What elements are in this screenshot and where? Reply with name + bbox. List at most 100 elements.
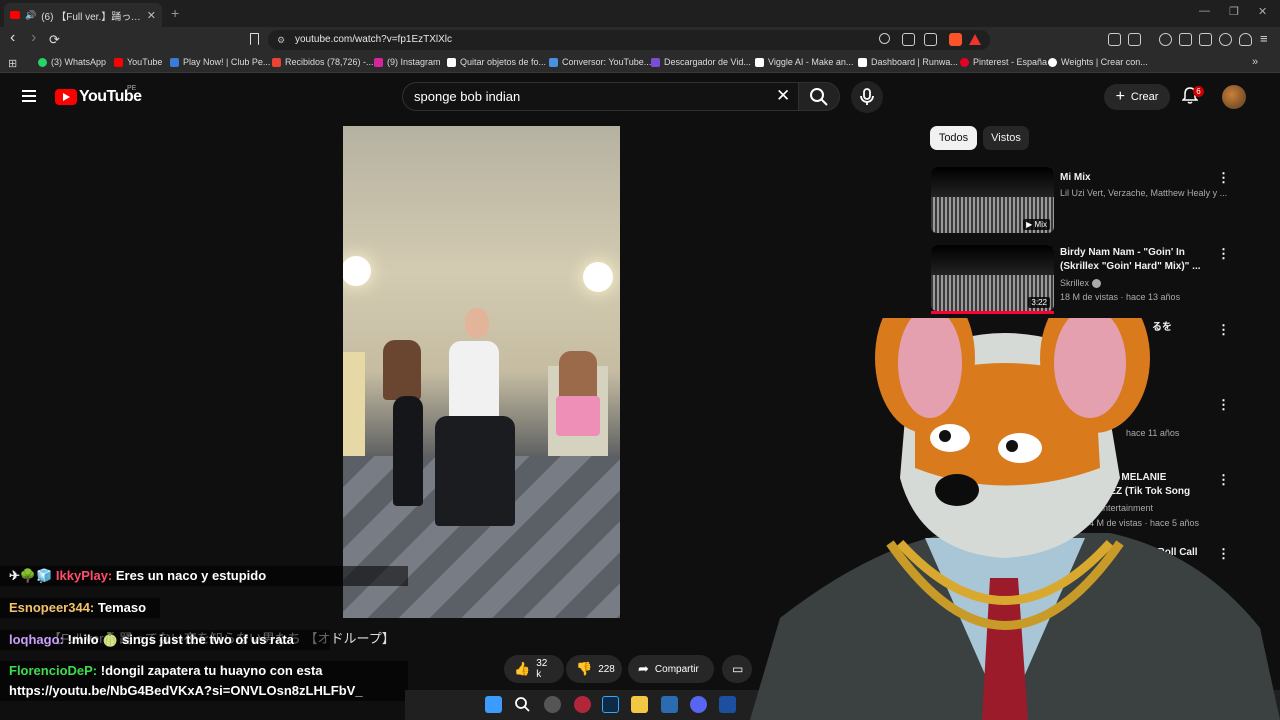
more-options-icon[interactable]: ⋮ (1217, 246, 1230, 262)
tab-search-icon[interactable] (1128, 33, 1141, 46)
user-avatar[interactable] (1222, 85, 1246, 109)
bookmark-downloader[interactable]: Descargador de Vid... (651, 57, 751, 67)
hamburger-menu-icon[interactable] (22, 90, 36, 102)
zoom-icon[interactable] (879, 33, 890, 44)
bookmark-label: Dashboard | Runwa... (871, 57, 958, 67)
bookmark-viggle[interactable]: Viggle AI - Make an... (755, 57, 853, 67)
leo-icon[interactable] (1219, 33, 1232, 46)
bookmark-youtube[interactable]: YouTube (114, 57, 162, 67)
bookmark-label: Weights | Crear con... (1061, 57, 1148, 67)
bookmark-gmail[interactable]: Recibidos (78,726) -... (272, 57, 374, 67)
sidebar-video-title[interactable]: Birdy Nam Nam - "Goin' In (Skrillex "Goi… (1060, 246, 1220, 274)
brave-shield-icon[interactable] (949, 33, 962, 46)
sidebar-video-title[interactable]: Mi Mix (1060, 171, 1220, 185)
bookmark-converter[interactable]: Conversor: YouTube... (549, 57, 651, 67)
browser-tab-bar: 🔊 (6) 【Full ver.】踊ってない夜を知らない ✕ + — ❐ ✕ (0, 0, 1280, 27)
taskbar-search-icon[interactable] (514, 696, 531, 713)
voice-search-button[interactable] (851, 81, 883, 113)
new-tab-button[interactable]: + (171, 5, 179, 21)
sidebar-video-channel[interactable]: Skrillex (1060, 278, 1101, 289)
bookmark-instagram[interactable]: (9) Instagram (374, 57, 441, 67)
more-bookmarks-icon[interactable]: » (1252, 56, 1258, 68)
clear-search-icon[interactable]: ✕ (776, 86, 790, 106)
bookmark-remove-objects[interactable]: Quitar objetos de fo... (447, 57, 546, 67)
taskbar-app-icon[interactable] (574, 696, 591, 713)
bookmark-whatsapp[interactable]: (3) WhatsApp (38, 57, 106, 67)
dislike-count: 228 (598, 663, 615, 675)
file-explorer-icon[interactable] (631, 696, 648, 713)
windows-start-icon[interactable] (485, 696, 502, 713)
dancer-right-torso (559, 351, 597, 401)
save-button[interactable]: ▭ (722, 655, 752, 683)
whatsapp-icon (38, 57, 47, 67)
channel-name: Skrillex (1060, 278, 1090, 288)
bookmark-weights[interactable]: Weights | Crear con... (1048, 57, 1148, 67)
bookmark-pinterest[interactable]: Pinterest - España (960, 57, 1047, 67)
bookmark-label: (9) Instagram (387, 57, 441, 67)
video-thumbnail[interactable]: ▶ Mix (931, 167, 1054, 233)
media-icon[interactable] (1159, 33, 1172, 46)
bookmark-label: Pinterest - España (973, 57, 1048, 67)
back-button[interactable]: ‹ (10, 29, 15, 47)
cast-icon[interactable] (902, 33, 915, 46)
bookmark-label: Conversor: YouTube... (562, 57, 652, 67)
dislike-button[interactable]: 👎 228 (566, 655, 622, 683)
maximize-button[interactable]: ❐ (1229, 5, 1239, 18)
rewards-icon[interactable] (969, 34, 981, 45)
converter-icon (549, 57, 558, 67)
taskbar-app-icon[interactable] (719, 696, 736, 713)
duration-badge: 3:22 (1028, 297, 1050, 308)
create-button[interactable]: + Crear (1104, 84, 1170, 110)
bookmark-club-penguin[interactable]: Play Now! | Club Pe... (170, 57, 270, 67)
url-text[interactable]: youtube.com/watch?v=fp1EzTXlXlc (295, 34, 452, 45)
forward-button[interactable]: › (31, 29, 36, 47)
photoshop-icon[interactable] (602, 696, 619, 713)
site-info-icon[interactable]: ⚙ (277, 35, 285, 46)
chat-message: loqhago: !milo 🍈 sings just the two of u… (0, 630, 330, 650)
dancer-left-torso (383, 340, 421, 400)
wall-board (343, 352, 365, 456)
minimize-button[interactable]: — (1199, 5, 1210, 17)
like-button[interactable]: 👍 32 k (504, 655, 564, 683)
bookmarks-bar: ⊞ (3) WhatsApp YouTube Play Now! | Club … (0, 53, 1280, 73)
wallet-icon[interactable] (1199, 33, 1212, 46)
search-icon (810, 88, 828, 106)
dancer-middle-legs (435, 416, 515, 526)
bookmark-label: Quitar objetos de fo... (460, 57, 547, 67)
search-query[interactable]: sponge bob indian (414, 89, 520, 104)
bookmark-icon[interactable] (250, 33, 259, 45)
like-count: 32 k (536, 658, 548, 680)
youtube-logo-icon[interactable] (55, 89, 77, 105)
tab-close-icon[interactable]: ✕ (147, 9, 156, 22)
chat-username: IkkyPlay: (55, 568, 113, 583)
menu-icon[interactable]: ≡ (1260, 31, 1268, 46)
sidebar-video-channel[interactable]: Lil Uzi Vert, Verzache, Matthew Healy y … (1060, 188, 1227, 198)
dancer-middle-shirt (449, 341, 499, 421)
apps-grid-icon[interactable]: ⊞ (8, 57, 17, 70)
taskbar-app-icon[interactable] (661, 696, 678, 713)
sidebar-icon[interactable] (1179, 33, 1192, 46)
video-player[interactable] (343, 126, 620, 618)
browser-tab[interactable]: 🔊 (6) 【Full ver.】踊ってない夜を知らない ✕ (4, 3, 162, 27)
more-options-icon[interactable]: ⋮ (1217, 170, 1230, 186)
extensions-icon[interactable] (1108, 33, 1121, 46)
vpn-icon[interactable] (1239, 33, 1252, 46)
bookmark-runway[interactable]: Dashboard | Runwa... (858, 57, 958, 67)
share-button[interactable]: ➦ Compartir (628, 655, 714, 683)
chat-message: Esnopeer344: Temaso (0, 598, 160, 618)
close-window-button[interactable]: ✕ (1258, 5, 1267, 18)
video-thumbnail[interactable]: 3:22 (931, 245, 1054, 311)
share-icon[interactable] (924, 33, 937, 46)
taskbar-app-icon[interactable] (544, 696, 561, 713)
verified-icon (1091, 279, 1101, 289)
search-button[interactable] (798, 82, 840, 111)
microphone-icon (860, 88, 874, 105)
club-penguin-icon (170, 57, 179, 67)
ceiling-lamp (343, 256, 371, 286)
chip-vistos[interactable]: Vistos (983, 126, 1029, 150)
reload-button[interactable]: ⟳ (49, 32, 60, 48)
discord-icon[interactable] (690, 696, 707, 713)
dancer-right-shorts (556, 396, 600, 436)
thumbs-down-icon: 👎 (576, 661, 593, 676)
chip-todos[interactable]: Todos (930, 126, 977, 150)
